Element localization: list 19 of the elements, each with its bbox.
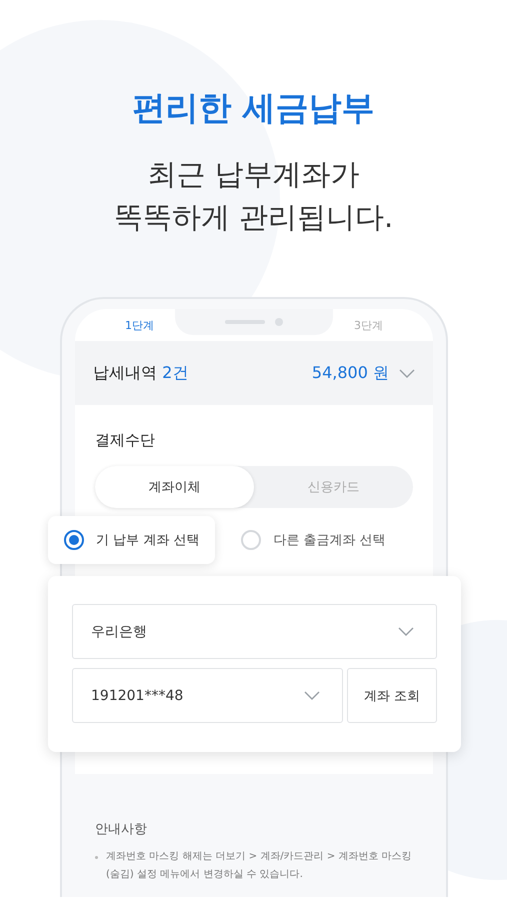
section-title: 결제수단: [95, 431, 156, 450]
bullet-icon: [95, 856, 98, 859]
chevron-down-icon: [399, 368, 415, 378]
summary-label: 납세내역 2건: [93, 362, 188, 384]
account-select[interactable]: 191201***48: [72, 668, 343, 723]
chevron-down-icon: [398, 627, 414, 636]
step-label: 1단계: [125, 318, 154, 332]
notice-title: 안내사항: [95, 821, 148, 838]
total-amount: 54,800 원: [312, 362, 389, 384]
bank-select[interactable]: 우리은행: [72, 604, 437, 659]
notice-text: 계좌번호 마스킹 해제는 더보기 > 계좌/카드관리 > 계좌번호 마스킹(숨김) 설정 메뉴에서 변경하실 수 있습니다.: [106, 850, 413, 882]
subtitle: 최근 납부계좌가 똑똑하게 관리됩니다.: [114, 156, 394, 236]
radio-option[interactable]: 다른 출금계좌 선택: [225, 516, 402, 564]
step-label: 3단계: [354, 318, 383, 332]
headline: 편리한 세금납부: [132, 87, 375, 129]
account-lookup-button[interactable]: 계좌 조회: [347, 668, 437, 723]
radio-option[interactable]: 기 납부 계좌 선택: [48, 516, 216, 564]
payment-tab[interactable]: 계좌이체: [95, 466, 254, 508]
chevron-down-icon: [304, 691, 320, 700]
